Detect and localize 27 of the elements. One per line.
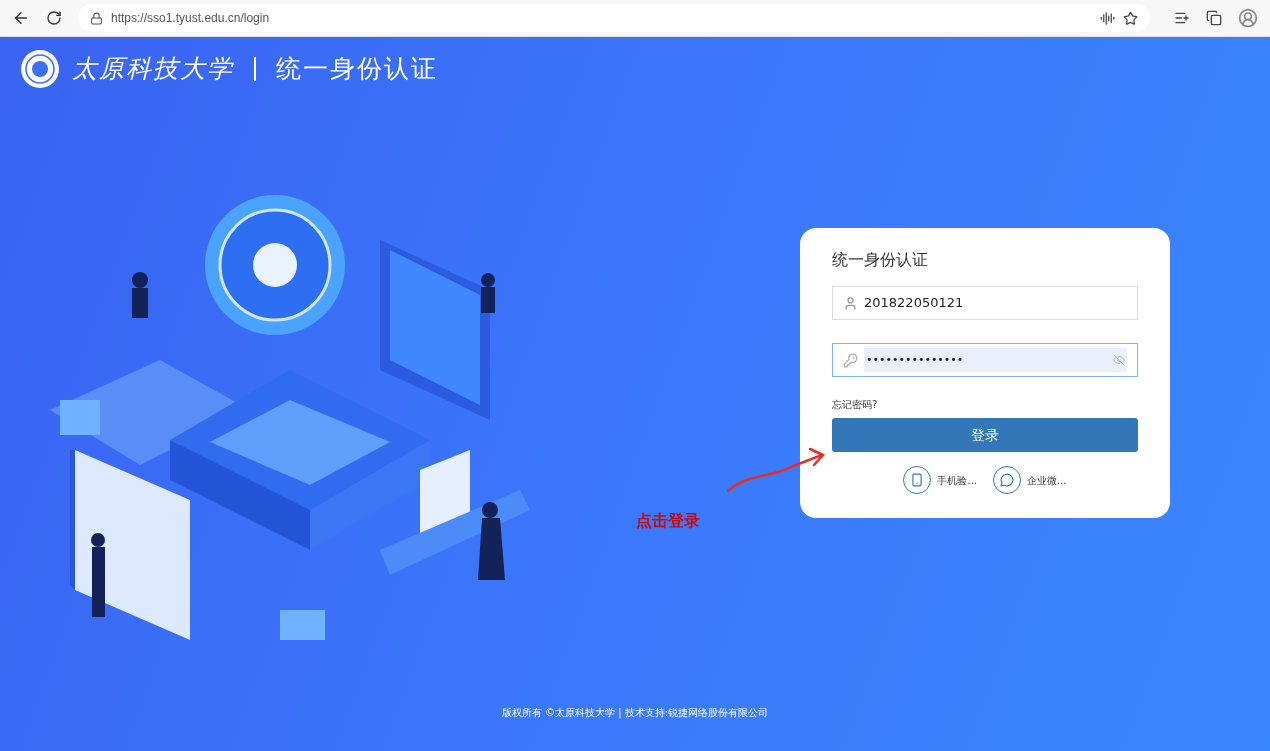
favorites-list-icon[interactable] <box>1174 10 1190 26</box>
university-name: 太原科技大学 <box>72 52 234 85</box>
alt-login-label[interactable]: 手机验... <box>937 472 977 488</box>
forgot-password-link[interactable]: 忘记密码? <box>832 397 1138 412</box>
user-icon <box>843 295 858 311</box>
username-field[interactable]: 201822050121 <box>832 286 1138 320</box>
system-title: 统一身份认证 <box>276 52 438 85</box>
phone-icon <box>910 473 925 487</box>
lock-icon <box>90 11 103 25</box>
alt-login-label[interactable]: 企业微... <box>1027 472 1067 488</box>
favorite-star-icon[interactable] <box>1123 10 1138 26</box>
chat-bubble-icon <box>1000 473 1014 487</box>
password-value: ••••••••••••••• <box>866 351 965 368</box>
username-value: 201822050121 <box>864 294 965 313</box>
collections-icon[interactable] <box>1206 10 1222 26</box>
password-field[interactable]: ••••••••••••••• <box>832 343 1138 377</box>
profile-avatar-icon[interactable] <box>1238 8 1258 28</box>
card-title: 统一身份认证 <box>832 249 929 271</box>
url-text: https://sso1.tyust.edu.cn/login <box>111 10 270 27</box>
key-icon <box>843 352 858 368</box>
annotation-arrow-icon <box>726 445 826 493</box>
footer-copyright: 版权所有 ©太原科技大学 | 技术支持:锐捷网络股份有限公司 <box>501 706 769 721</box>
refresh-icon[interactable] <box>46 10 62 26</box>
login-button[interactable]: 登录 <box>832 418 1138 452</box>
annotation-text: 点击登录 <box>636 510 700 532</box>
back-icon[interactable] <box>12 9 30 27</box>
address-bar[interactable]: https://sso1.tyust.edu.cn/login <box>78 4 1150 32</box>
